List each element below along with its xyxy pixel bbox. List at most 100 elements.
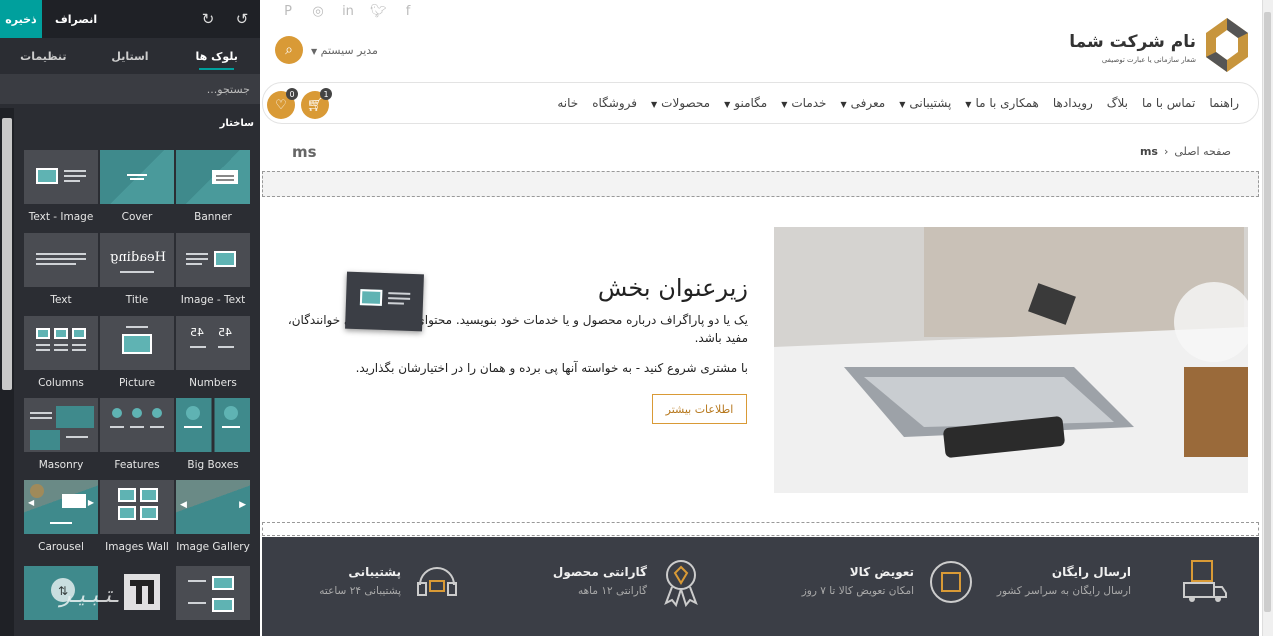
- block-cover[interactable]: Cover: [100, 150, 174, 225]
- block-picture[interactable]: Picture: [100, 316, 174, 391]
- user-menu[interactable]: مدیر سیستم ▼: [311, 44, 378, 57]
- block-thumbnail: [24, 150, 98, 204]
- chevron-down-icon: ▼: [724, 100, 731, 109]
- block-carousel[interactable]: ◀ ▶ Carousel: [24, 480, 98, 555]
- block-label: Picture: [118, 377, 156, 389]
- block-label: Big Boxes: [187, 459, 239, 471]
- page-scrollbar-thumb[interactable]: [1264, 12, 1271, 612]
- panel-scrollbar[interactable]: [0, 108, 14, 636]
- block-thumbnail: [100, 398, 174, 452]
- tab-settings[interactable]: تنظیمات: [0, 38, 87, 74]
- block-text-image[interactable]: Text - Image: [24, 150, 98, 225]
- block-label: Text: [50, 294, 72, 306]
- wishlist-button[interactable]: ♡ 0: [267, 88, 298, 119]
- chevron-left-icon: ‹: [1163, 145, 1169, 158]
- nav-item[interactable]: رویدادها: [1046, 96, 1100, 110]
- linkedin-icon[interactable]: in: [340, 4, 356, 19]
- block-thumbnail: [100, 480, 174, 534]
- nav-item-label: محصولات: [661, 96, 711, 110]
- nav-item[interactable]: همکاری با ما▼: [958, 96, 1046, 110]
- block-masonry[interactable]: Masonry: [24, 398, 98, 473]
- nav-item[interactable]: معرفی▼: [833, 96, 892, 110]
- nav-item-label: خدمات: [791, 96, 827, 110]
- block-thumbnail: [176, 398, 250, 452]
- tab-style[interactable]: استایل: [87, 38, 174, 74]
- block-label: Cover: [121, 211, 153, 223]
- block-big-boxes[interactable]: Big Boxes: [176, 398, 250, 473]
- chevron-down-icon: ▼: [651, 100, 658, 109]
- block-image-text[interactable]: Image - Text: [176, 233, 250, 308]
- feature-exchange: تعویض کالا امکان تعویض کالا تا ۷ روز: [802, 565, 914, 597]
- search-button[interactable]: ⌕: [275, 36, 303, 64]
- nav-item[interactable]: محصولات▼: [644, 96, 717, 110]
- feature-title: ارسال رایگان: [1051, 565, 1131, 579]
- block-thumbnail: Heading: [100, 233, 174, 287]
- block-title[interactable]: Heading Title: [100, 233, 174, 308]
- block-thumbnail: [24, 316, 98, 370]
- hero-image[interactable]: [774, 227, 1248, 493]
- more-info-button[interactable]: اطلاعات بیشتر: [652, 394, 747, 424]
- block-columns[interactable]: Columns: [24, 316, 98, 391]
- pinterest-icon[interactable]: P: [280, 4, 296, 19]
- nav-item[interactable]: فروشگاه: [585, 96, 644, 110]
- block-search-input[interactable]: [0, 74, 260, 104]
- block-label: Title: [125, 294, 149, 306]
- block-partial[interactable]: [176, 566, 250, 620]
- block-label: Features: [114, 459, 160, 471]
- numbers-glyph: 45: [218, 326, 232, 339]
- nav-items: خانه فروشگاه محصولات▼ مگامنو▼ خدمات▼ معرفی▼ پش…: [550, 83, 1246, 123]
- chevron-down-icon: ▼: [899, 100, 906, 109]
- nav-item[interactable]: تماس با ما: [1135, 96, 1202, 110]
- block-thumbnail: [176, 233, 250, 287]
- chevron-down-icon: ▼: [840, 100, 847, 109]
- nav-item[interactable]: پشتیبانی▼: [892, 96, 958, 110]
- nav-item-label: تماس با ما: [1142, 96, 1196, 110]
- breadcrumb-current: ms: [1139, 145, 1158, 158]
- logo-subtitle: شعار سازمانی یا عبارت توصیفی: [1101, 56, 1196, 64]
- drop-zone-bottom[interactable]: [262, 522, 1259, 536]
- feature-subtitle: پشتیبانی ۲۴ ساعته: [319, 585, 401, 597]
- block-thumbnail: ◀ ▶: [24, 480, 98, 534]
- feature-title: پشتیبانی: [348, 565, 401, 579]
- block-features[interactable]: Features: [100, 398, 174, 473]
- block-label: Numbers: [189, 377, 237, 389]
- twitter-icon[interactable]: 🐦︎: [370, 4, 387, 19]
- save-button[interactable]: ذخیره: [0, 0, 42, 38]
- block-label: Carousel: [38, 541, 84, 553]
- block-numbers[interactable]: 45 45 Numbers: [176, 316, 250, 391]
- return-box-icon: [930, 561, 972, 603]
- block-label: Banner: [194, 211, 232, 223]
- undo-icon[interactable]: ↺: [232, 9, 252, 29]
- nav-item[interactable]: مگامنو▼: [717, 96, 774, 110]
- nav-item-label: رویدادها: [1052, 96, 1093, 110]
- instagram-icon[interactable]: ◎: [310, 4, 326, 19]
- nav-item-label: خانه: [557, 96, 579, 110]
- nav-item[interactable]: خانه: [550, 96, 585, 110]
- block-image-gallery[interactable]: ◀ ▶ Image Gallery: [176, 480, 250, 555]
- block-text[interactable]: Text: [24, 233, 98, 308]
- nav-item-label: همکاری با ما: [975, 96, 1039, 110]
- company-logo[interactable]: نام شرکت شما شعار سازمانی یا عبارت توصیف…: [1069, 16, 1250, 76]
- breadcrumb-home[interactable]: صفحه اصلی: [1174, 145, 1231, 158]
- block-banner[interactable]: Banner: [176, 150, 250, 225]
- redo-icon[interactable]: ↻: [198, 9, 218, 29]
- cart-button[interactable]: 🛒︎ 1: [301, 88, 332, 119]
- block-images-wall[interactable]: Images Wall: [100, 480, 174, 555]
- logo-title: نام شرکت شما: [1069, 32, 1196, 52]
- nav-item-label: بلاگ: [1106, 96, 1129, 110]
- panel-scrollbar-thumb[interactable]: [2, 118, 12, 390]
- dragged-block-thumbnail[interactable]: [345, 271, 424, 332]
- nav-item[interactable]: راهنما: [1202, 96, 1246, 110]
- tab-blocks[interactable]: بلوک ها: [173, 38, 260, 74]
- discard-button[interactable]: انصراف: [55, 0, 97, 38]
- block-thumbnail: [24, 398, 98, 452]
- block-thumbnail: [176, 150, 250, 204]
- main-navbar: خانه فروشگاه محصولات▼ مگامنو▼ خدمات▼ معرفی▼ پش…: [262, 82, 1259, 124]
- feature-support: پشتیبانی پشتیبانی ۲۴ ساعته: [319, 565, 401, 597]
- nav-item[interactable]: خدمات▼: [774, 96, 833, 110]
- nav-item[interactable]: بلاگ: [1100, 96, 1135, 110]
- facebook-icon[interactable]: f: [400, 4, 416, 19]
- hero-title: زیرعنوان بخش: [597, 274, 748, 302]
- drop-zone-top[interactable]: [262, 171, 1259, 197]
- user-name: مدیر سیستم: [320, 43, 378, 57]
